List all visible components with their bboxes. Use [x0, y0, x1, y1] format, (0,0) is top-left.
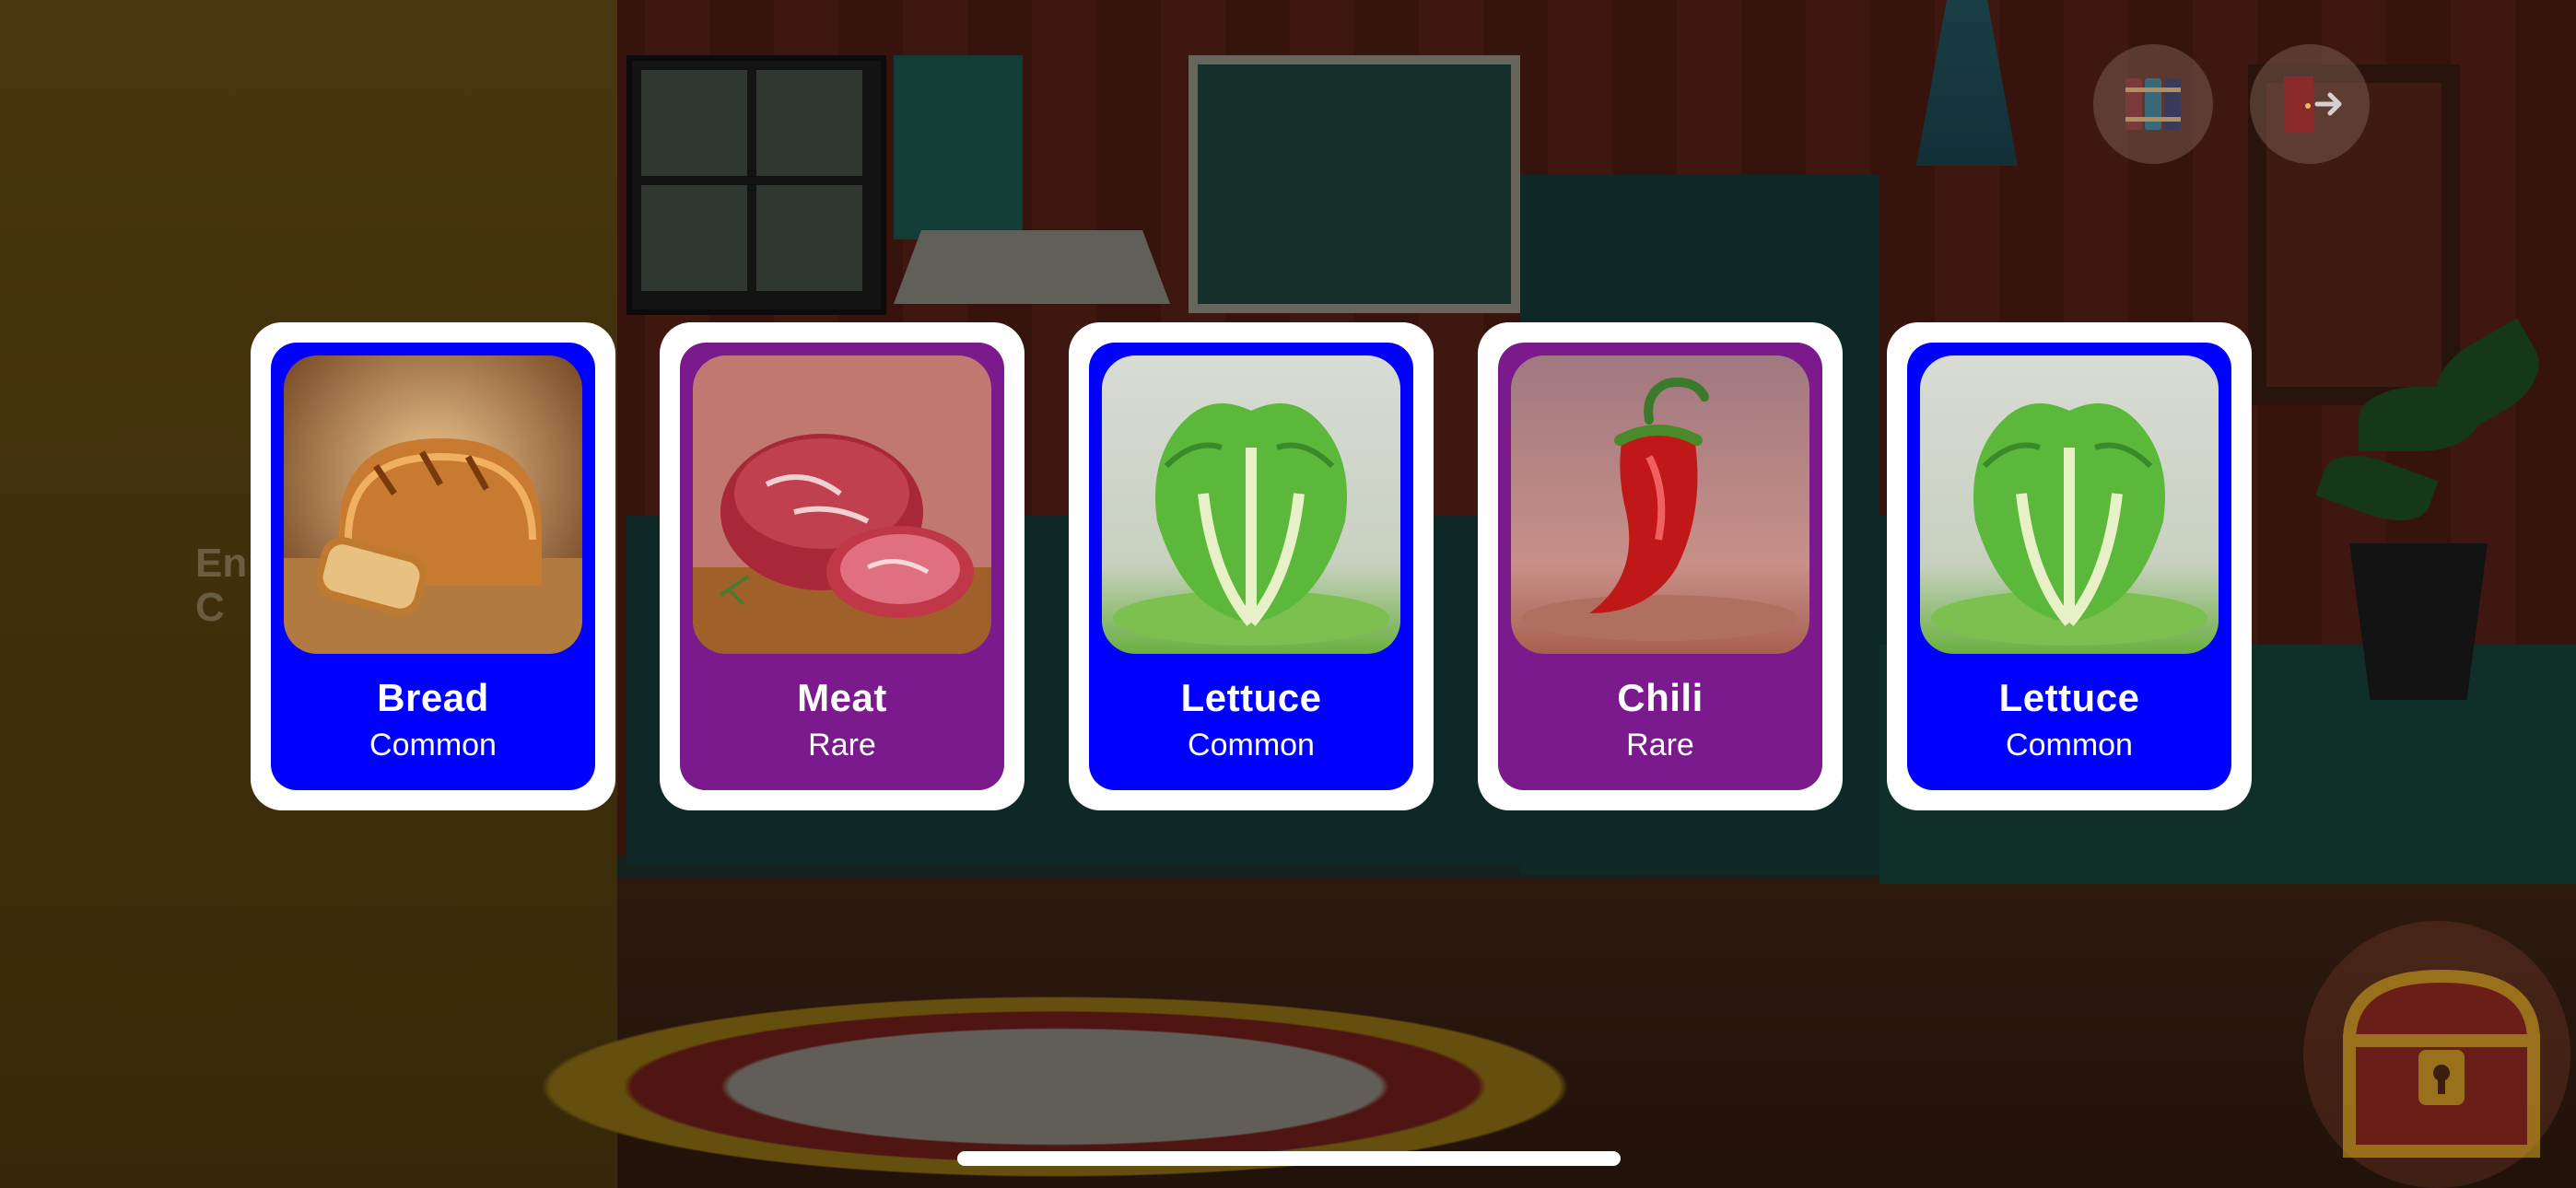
book-stack-icon — [2125, 78, 2181, 130]
card-name: Lettuce — [1180, 676, 1322, 719]
card-name: Lettuce — [1998, 676, 2140, 719]
bread-icon — [284, 355, 582, 654]
card-lettuce[interactable]: Lettuce Common — [1887, 322, 2252, 810]
card-bread[interactable]: Bread Common — [251, 322, 615, 810]
card-chili[interactable]: Chili Rare — [1478, 322, 1843, 810]
library-button[interactable] — [2093, 44, 2213, 164]
lettuce-icon — [1920, 355, 2219, 654]
card-rarity: Rare — [808, 728, 876, 763]
exit-door-icon — [2284, 76, 2342, 132]
card-face: Lettuce Common — [1089, 343, 1413, 790]
card-name: Bread — [377, 676, 489, 719]
card-face: Meat Rare — [680, 343, 1004, 790]
meat-icon — [693, 355, 991, 654]
background-hint-text: En C — [195, 541, 248, 631]
card-meat[interactable]: Meat Rare — [660, 322, 1025, 810]
card-face: Chili Rare — [1498, 343, 1822, 790]
card-name: Meat — [797, 676, 887, 719]
hint-line: En — [195, 541, 248, 586]
hint-line: C — [195, 585, 225, 631]
home-indicator[interactable] — [957, 1151, 1621, 1166]
card-face: Bread Common — [271, 343, 595, 790]
chili-icon — [1511, 355, 1809, 654]
card-name: Chili — [1617, 676, 1704, 719]
card-lettuce[interactable]: Lettuce Common — [1069, 322, 1434, 810]
treasure-chest-icon — [2342, 969, 2541, 1158]
card-rarity: Rare — [1626, 728, 1694, 763]
card-rarity: Common — [2006, 728, 2133, 763]
exit-button[interactable] — [2250, 44, 2370, 164]
card-face: Lettuce Common — [1907, 343, 2231, 790]
ingredient-cards: Bread Common Meat Rare Lettuce Common Ch… — [251, 322, 2252, 810]
card-rarity: Common — [369, 728, 497, 763]
treasure-chest-button[interactable] — [2303, 921, 2570, 1188]
card-rarity: Common — [1188, 728, 1315, 763]
lettuce-icon — [1102, 355, 1400, 654]
